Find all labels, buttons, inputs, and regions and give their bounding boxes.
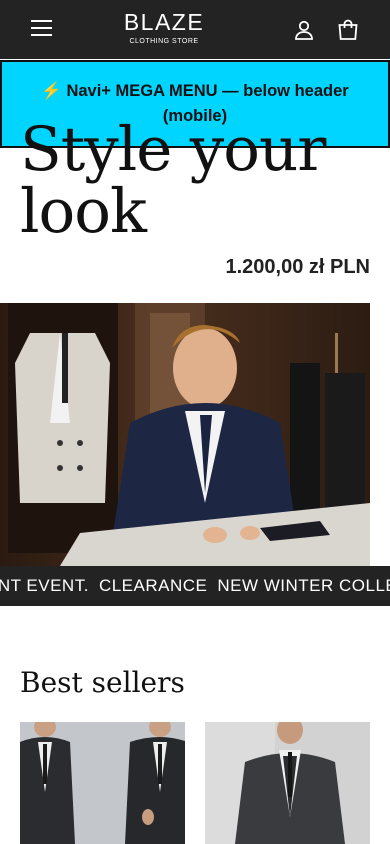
site-header: BLAZE CLOTHING STORE — [0, 0, 390, 59]
best-sellers-heading: Best sellers — [20, 666, 185, 699]
hero-image — [0, 303, 370, 566]
shopping-bag-icon[interactable] — [336, 18, 360, 42]
hamburger-icon[interactable] — [31, 20, 53, 38]
hero-price: 1.200,00 zł PLN — [225, 256, 370, 278]
product-card-2-image[interactable] — [205, 722, 370, 844]
product-card-1-image[interactable] — [20, 722, 185, 844]
brand-logo[interactable]: BLAZE CLOTHING STORE — [108, 10, 220, 45]
marquee-item: CLEARANCE — [98, 576, 208, 595]
announcement-marquee: ANT EVENT. CLEARANCE NEW WINTER COLLEC — [0, 566, 390, 606]
brand-tagline: CLOTHING STORE — [129, 38, 199, 45]
hero-title: Style your look — [20, 114, 326, 247]
marquee-item: NEW WINTER COLLEC — [217, 576, 390, 595]
user-icon[interactable] — [292, 18, 316, 42]
marquee-item: ANT EVENT. — [0, 576, 89, 595]
brand-name: BLAZE — [123, 9, 205, 35]
